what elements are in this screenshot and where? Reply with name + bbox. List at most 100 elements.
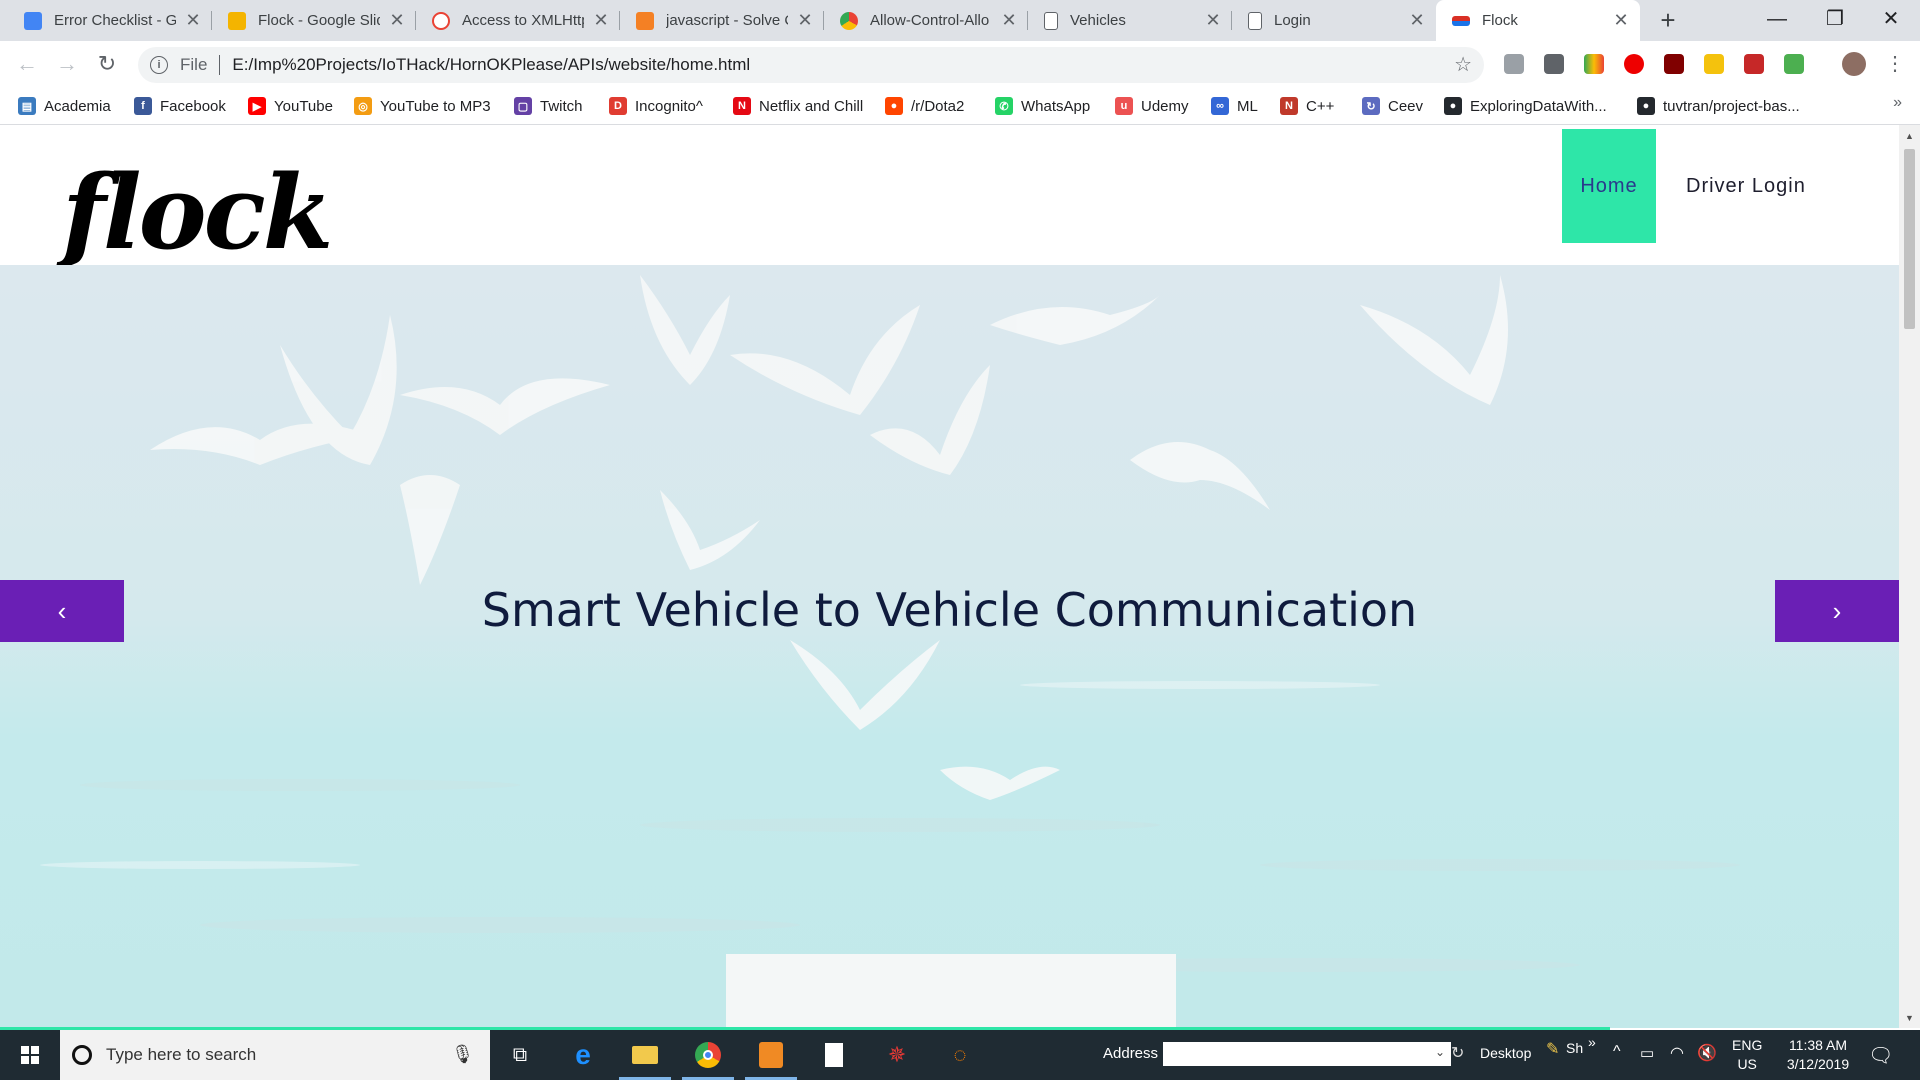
refresh-icon[interactable]: ↻ — [1451, 1043, 1464, 1063]
scrollbar-thumb[interactable] — [1904, 149, 1915, 329]
bookmark-c[interactable]: N C++ — [1280, 96, 1334, 116]
sublime-text-icon[interactable] — [755, 1039, 787, 1071]
bookmark-label: Udemy — [1141, 97, 1189, 115]
bookmark-udemy[interactable]: u Udemy — [1115, 96, 1189, 116]
google-icon — [432, 11, 450, 30]
close-window-button[interactable]: ✕ — [1862, 0, 1920, 41]
bookmark-ceev[interactable]: ↻ Ceev — [1362, 96, 1423, 116]
system-clock[interactable]: 11:38 AM 3/12/2019 — [1776, 1036, 1860, 1074]
bookmark-netflix-and-chill[interactable]: N Netflix and Chill — [733, 96, 863, 116]
bookmark-tuvtran-project-bas[interactable]: ● tuvtran/project-bas... — [1637, 96, 1800, 116]
task-view-icon[interactable]: ⧉ — [504, 1039, 536, 1071]
maximize-button[interactable]: ❐ — [1806, 0, 1864, 41]
gmail-checker-icon[interactable] — [1504, 54, 1524, 74]
carousel-prev-button[interactable]: ‹ — [0, 580, 124, 642]
spider-app-icon[interactable]: ✵ — [881, 1039, 913, 1071]
input-language-indicator[interactable]: ENG US — [1732, 1036, 1762, 1074]
cors-icon[interactable] — [1784, 54, 1804, 74]
keep-icon[interactable] — [1544, 54, 1564, 74]
new-tab-button[interactable]: + — [1652, 4, 1684, 36]
cortana-icon[interactable] — [72, 1045, 92, 1065]
bookmark-label: Ceev — [1388, 97, 1424, 115]
jupyter-icon[interactable]: ◌ — [944, 1039, 976, 1071]
close-tab-icon[interactable]: ✕ — [1612, 10, 1630, 31]
chrome-icon[interactable] — [692, 1039, 724, 1071]
tab-javascript-solve[interactable]: javascript - Solve C ✕ — [620, 0, 824, 41]
taskbar-search-box[interactable]: Type here to search 🎙 — [60, 1030, 490, 1080]
site-logo[interactable]: flock — [62, 162, 333, 264]
bookmark-incognito[interactable]: D Incognito^ — [609, 96, 703, 116]
extension-yellow-icon[interactable] — [1704, 54, 1724, 74]
language-bar-icon[interactable]: ✎ — [1546, 1039, 1559, 1059]
scroll-down-icon[interactable]: ▼ — [1904, 1013, 1915, 1023]
bookmark-star-icon[interactable]: ☆ — [1454, 52, 1472, 77]
close-tab-icon[interactable]: ✕ — [1000, 10, 1018, 31]
info-icon[interactable]: i — [150, 56, 168, 74]
tab-title: Allow-Control-Allo — [870, 12, 990, 29]
battery-icon[interactable]: ▭ — [1640, 1044, 1654, 1062]
tab-error-checklist[interactable]: Error Checklist - Go ✕ — [8, 0, 212, 41]
close-tab-icon[interactable]: ✕ — [796, 10, 814, 31]
ublock-icon[interactable] — [1664, 54, 1684, 74]
bookmark-exploringdatawith[interactable]: ● ExploringDataWith... — [1444, 96, 1607, 116]
reload-icon[interactable]: ↻ — [92, 49, 122, 79]
close-tab-icon[interactable]: ✕ — [1204, 10, 1222, 31]
bookmark-whatsapp[interactable]: ✆ WhatsApp — [995, 96, 1090, 116]
file-explorer-icon[interactable] — [629, 1039, 661, 1071]
close-tab-icon[interactable]: ✕ — [184, 10, 202, 31]
bookmark-facebook[interactable]: f Facebook — [134, 96, 226, 116]
nav-driver-login[interactable]: Driver Login — [1686, 129, 1806, 243]
tab-login[interactable]: Login ✕ — [1232, 0, 1436, 41]
clock-time: 11:38 AM — [1788, 1037, 1848, 1053]
tab-flock[interactable]: Flock ✕ — [1436, 0, 1640, 41]
forward-arrow-icon[interactable]: → — [52, 49, 82, 79]
desktop-toolbar-label[interactable]: Desktop — [1480, 1045, 1531, 1061]
address-toolbar-input[interactable]: ⌄ — [1163, 1042, 1451, 1066]
back-arrow-icon[interactable]: ← — [12, 49, 42, 79]
tab-title: javascript - Solve C — [666, 12, 788, 29]
scroll-up-icon[interactable]: ▲ — [1904, 131, 1915, 141]
content-card — [726, 954, 1176, 1028]
close-tab-icon[interactable]: ✕ — [592, 10, 610, 31]
nav-home[interactable]: Home — [1562, 129, 1656, 243]
page-scrollbar[interactable]: ▲ ▼ — [1899, 125, 1920, 1028]
toolbar-overflow-icon[interactable]: » — [1588, 1034, 1596, 1050]
url-scheme-label: File — [180, 55, 208, 74]
bookmark-ml[interactable]: ∞ ML — [1211, 96, 1258, 116]
windows-start-icon[interactable] — [0, 1030, 60, 1080]
close-tab-icon[interactable]: ✕ — [1408, 10, 1426, 31]
close-tab-icon[interactable]: ✕ — [388, 10, 406, 31]
tab-flock-slides[interactable]: Flock - Google Slid ✕ — [212, 0, 416, 41]
menu-icon[interactable]: ⋮ — [1880, 49, 1910, 79]
show-hidden-icons-icon[interactable]: ^ — [1613, 1043, 1621, 1061]
tab-vehicles[interactable]: Vehicles ✕ — [1028, 0, 1232, 41]
minimize-button[interactable]: — — [1748, 0, 1806, 41]
extension-red-icon[interactable] — [1744, 54, 1764, 74]
tab-access-xmlhttp[interactable]: Access to XMLHttp ✕ — [416, 0, 620, 41]
tab-allow-control[interactable]: Allow-Control-Allo ✕ — [824, 0, 1028, 41]
avatar[interactable] — [1842, 52, 1866, 76]
github-icon: ● — [1444, 97, 1462, 115]
wifi-icon[interactable]: ◠ — [1670, 1043, 1684, 1063]
hero-carousel: Smart Vehicle to Vehicle Communication ‹… — [0, 265, 1899, 1028]
microphone-icon[interactable]: 🎙 — [451, 1044, 474, 1065]
edge-icon[interactable]: e — [567, 1039, 599, 1071]
bookmark-r-dota2[interactable]: ● /r/Dota2 — [885, 96, 964, 116]
bookmark-academia[interactable]: ▤ Academia — [18, 96, 111, 116]
bookmarks-more-icon[interactable]: » — [1893, 94, 1902, 112]
colorzilla-icon[interactable] — [1584, 54, 1604, 74]
document-file-icon[interactable] — [818, 1039, 850, 1071]
bookmark-youtube[interactable]: ▶ YouTube — [248, 96, 333, 116]
volume-muted-icon[interactable]: 🔇 — [1697, 1043, 1717, 1063]
address-bar[interactable]: i File E:/Imp%20Projects/IoTHack/HornOKP… — [138, 47, 1484, 83]
bookmark-label: Incognito^ — [635, 97, 703, 115]
adblock-icon[interactable] — [1624, 54, 1644, 74]
bookmark-twitch[interactable]: ▢ Twitch — [514, 96, 583, 116]
carousel-next-button[interactable]: › — [1775, 580, 1899, 642]
chevron-down-icon[interactable]: ⌄ — [1435, 1045, 1445, 1059]
bookmark-label: YouTube — [274, 97, 333, 115]
action-center-icon[interactable]: 🗨 — [1868, 1043, 1893, 1068]
bookmark-youtube-to-mp3[interactable]: ◎ YouTube to MP3 — [354, 96, 491, 116]
bookmark-label: ML — [1237, 97, 1258, 115]
url-text[interactable]: E:/Imp%20Projects/IoTHack/HornOKPlease/A… — [232, 55, 750, 75]
